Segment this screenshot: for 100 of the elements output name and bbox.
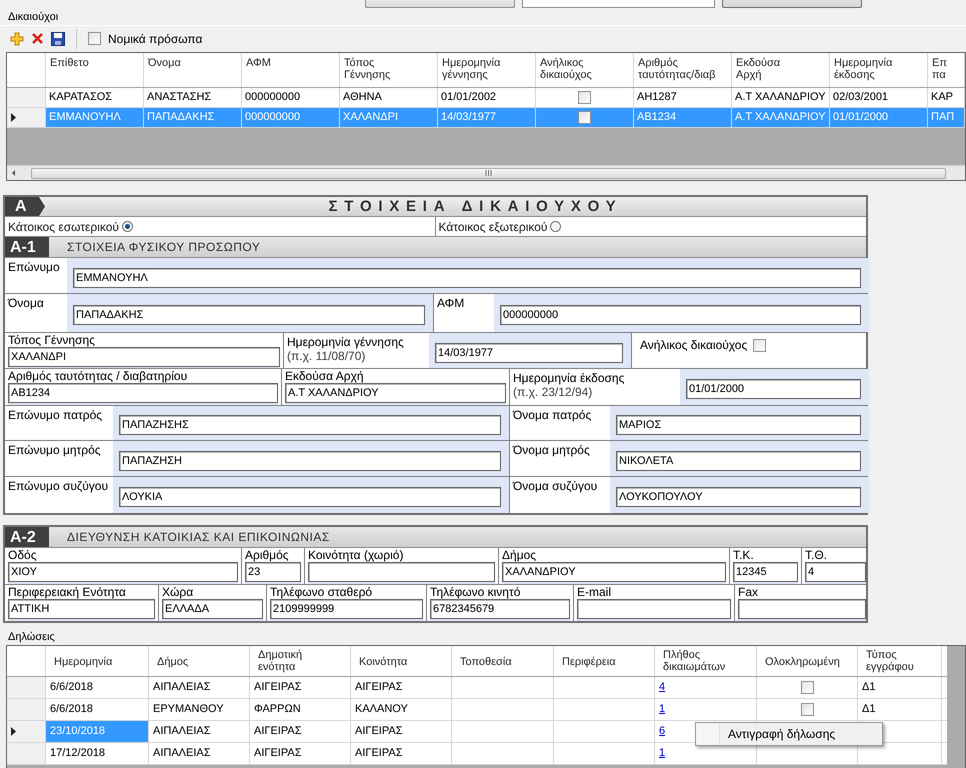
input-field[interactable]: 14/03/1977 — [435, 342, 623, 362]
link[interactable]: 1 — [659, 701, 666, 718]
field-hint: (π.χ. 11/08/70) — [287, 349, 366, 363]
input-field[interactable]: ΠΑΠΑΖΗΣΗ — [119, 450, 501, 470]
table-cell: ΑΝΑΣΤΑΣΗΣ — [144, 88, 242, 107]
column-header[interactable]: Τόπος Γέννησης — [340, 53, 438, 87]
checkbox[interactable] — [753, 339, 766, 352]
column-header[interactable]: Ημερομηνία έκδοσης — [830, 53, 928, 87]
input-field[interactable]: Α.Τ ΧΑΛΑΝΔΡΙΟΥ — [285, 383, 506, 403]
input-field[interactable]: 12345 — [733, 562, 798, 582]
checkbox[interactable] — [800, 703, 814, 716]
column-header[interactable]: Επίθετο — [46, 53, 144, 87]
section-label: Δικαιούχοι — [7, 10, 60, 25]
column-header[interactable]: Αριθμός ταυτότητας/διαβ — [634, 53, 732, 87]
column-header[interactable]: Επ πα — [928, 53, 965, 87]
table-cell: 6/6/2018 — [46, 699, 149, 720]
table-cell: ΑΙΠΑΛΕΙΑΣ — [149, 677, 250, 698]
radio-button[interactable] — [550, 221, 562, 232]
input-field[interactable]: 2109999999 — [270, 599, 423, 619]
save-icon[interactable] — [51, 32, 65, 46]
link[interactable]: 4 — [659, 679, 666, 696]
radio-button[interactable] — [122, 221, 133, 232]
horizontal-scrollbar[interactable] — [7, 165, 965, 180]
table-cell: Δ1 — [858, 699, 942, 720]
input-field[interactable]: ΛΟΥΚΙΑ — [119, 487, 501, 507]
field-hint: (π.χ. 23/12/94) — [513, 385, 594, 399]
section-code: A — [5, 197, 45, 216]
input-field[interactable]: ΑΤΤΙΚΗ — [8, 599, 155, 619]
input-field[interactable]: 01/01/2000 — [686, 379, 861, 399]
table-cell: 23/10/2018 — [46, 721, 149, 742]
checkbox[interactable] — [800, 681, 814, 694]
column-header[interactable]: Εκδούσα Αρχή — [732, 53, 830, 87]
table-cell: Α.Τ ΧΑΛΑΝΔΡΙΟΥ — [732, 88, 830, 107]
input-field[interactable]: ΕΛΛΑΔΑ — [162, 599, 263, 619]
row-header[interactable] — [7, 721, 46, 742]
table-cell: ΑΙΓΕΙΡΑΣ — [351, 743, 452, 764]
field-label: Όνομα μητρός — [513, 443, 591, 457]
input-field[interactable]: 6782345679 — [430, 599, 570, 619]
table-cell: 000000000 — [242, 88, 340, 107]
column-header[interactable]: Δημοτική ενότητα — [250, 646, 351, 676]
checkbox[interactable] — [88, 32, 101, 45]
input-field[interactable]: ΠΑΠΑΔΑΚΗΣ — [73, 305, 425, 325]
column-header[interactable]: Ολοκληρωμένη — [757, 646, 858, 676]
link[interactable]: 1 — [659, 745, 666, 762]
table-cell: 14/03/1977 — [438, 108, 536, 127]
column-header[interactable]: Δήμος — [149, 646, 250, 676]
input-field[interactable] — [738, 599, 866, 619]
column-header[interactable]: Ανήλικος δικαιούχος — [536, 53, 634, 87]
table-cell: ΑΘΗΝΑ — [340, 88, 438, 107]
input-field[interactable] — [577, 599, 731, 619]
radio-label: Κάτοικος εσωτερικού — [8, 218, 119, 236]
column-header[interactable]: Τοποθεσία — [452, 646, 554, 676]
checkbox[interactable] — [578, 91, 591, 104]
table-cell: ΑΙΓΕΙΡΑΣ — [351, 721, 452, 742]
column-header[interactable]: Ημερομηνία γέννησης — [438, 53, 536, 87]
section-code: A-1 — [5, 237, 49, 257]
input-field[interactable]: 4 — [805, 562, 866, 582]
field-label: ΑΦΜ — [437, 296, 466, 310]
add-icon[interactable] — [10, 32, 24, 46]
delete-icon[interactable] — [31, 32, 44, 45]
input-field[interactable]: ΑΒ1234 — [8, 383, 278, 403]
field-label: Τ.Θ. — [805, 549, 828, 562]
table-cell: ΦΑΡΡΩΝ — [250, 699, 351, 720]
column-header[interactable]: ΑΦΜ — [242, 53, 340, 87]
table-cell: 01/01/2000 — [830, 108, 928, 127]
input-field[interactable]: ΠΑΠΑΖΗΣΗΣ — [119, 415, 501, 435]
field-label: Τηλέφωνο κινητό — [430, 586, 522, 599]
link[interactable]: 6 — [659, 723, 666, 740]
input-field[interactable]: ΝΙΚΟΛΕΤΑ — [616, 450, 861, 470]
input-field[interactable]: 23 — [245, 562, 301, 582]
section-title: ΔΙΕΥΘΥΝΣΗ ΚΑΤΟΙΚΙΑΣ ΚΑΙ ΕΠΙΚΟΙΝΩΝΙΑΣ — [66, 529, 330, 546]
table-cell: ΠΑΠ — [928, 108, 965, 127]
input-field[interactable]: ΛΟΥΚΟΠΟΥΛΟΥ — [616, 487, 861, 507]
input-field[interactable]: 000000000 — [500, 305, 861, 325]
input-field[interactable]: ΧΙΟΥ — [8, 562, 238, 582]
column-header[interactable]: Ημερομηνία — [46, 646, 149, 676]
input-field[interactable] — [308, 562, 495, 582]
menu-item[interactable]: Αντιγραφή δήλωσης — [720, 723, 836, 745]
field-label: Ημερομηνία γέννησης — [287, 335, 405, 349]
table-cell: ΑΙΓΕΙΡΑΣ — [250, 721, 351, 742]
input-field[interactable]: ΜΑΡΙΟΣ — [616, 415, 861, 435]
field-label: Δήμος — [502, 549, 538, 562]
column-header[interactable]: Τύπος εγγράφου — [858, 646, 942, 676]
input-field[interactable]: ΕΜΜΑΝΟΥΗΛ — [73, 268, 861, 288]
input-field[interactable]: ΧΑΛΑΝΔΡΙΟΥ — [502, 562, 726, 582]
column-header[interactable]: Όνομα — [144, 53, 242, 87]
checkbox-label: Νομικά πρόσωπα — [108, 30, 202, 48]
row-header[interactable] — [7, 108, 46, 127]
column-header[interactable]: Περιφέρεια — [554, 646, 655, 676]
input-field[interactable]: ΧΑΛΑΝΔΡΙ — [8, 347, 280, 367]
checkbox[interactable] — [578, 111, 591, 124]
field-label: Τ.Κ. — [733, 549, 755, 562]
column-header[interactable]: Κοινότητα — [351, 646, 452, 676]
table-cell: ΑΙΓΕΙΡΑΣ — [351, 677, 452, 698]
field-label: Περιφερειακή Ενότητα — [8, 586, 127, 599]
scrollbar-thumb[interactable] — [31, 168, 946, 178]
table-cell: ΑΙΠΑΛΕΙΑΣ — [149, 721, 250, 742]
field-label: Κοινότητα (χωριό) — [308, 549, 404, 562]
field-label: Επώνυμο μητρός — [8, 443, 102, 457]
column-header[interactable]: Πλήθος δικαιωμάτων — [655, 646, 757, 676]
